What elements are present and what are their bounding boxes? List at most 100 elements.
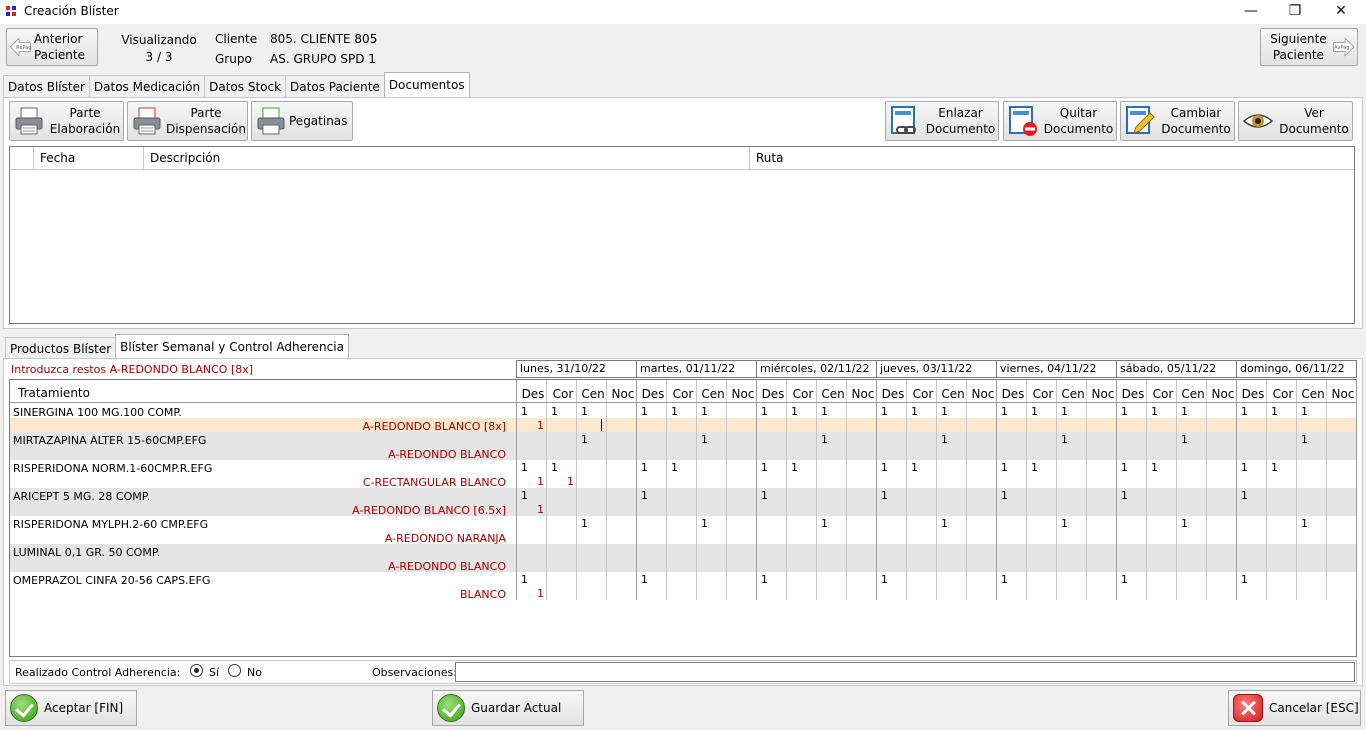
dose-cell[interactable]: 1	[1237, 573, 1267, 587]
dose-cell[interactable]: 1	[577, 517, 607, 531]
dose-cell[interactable]: 1	[757, 573, 787, 587]
parte-dispensacion-button[interactable]: Parte Dispensación	[127, 101, 248, 141]
column-header-fecha[interactable]: Fecha	[40, 151, 75, 165]
dose-cell[interactable]: 1	[697, 405, 727, 419]
dose-cell[interactable]: 1	[1177, 405, 1207, 419]
next-patient-button[interactable]: Siguiente Paciente AvPág	[1260, 28, 1358, 66]
dose-cell[interactable]: 1	[697, 517, 727, 531]
dose-cell[interactable]: 1	[817, 405, 847, 419]
dose-cell[interactable]: 1	[937, 405, 967, 419]
dose-cell[interactable]: 1	[1297, 433, 1327, 447]
accept-button[interactable]: Aceptar [FIN]	[5, 690, 137, 726]
tab-datos-blister[interactable]: Datos Blíster	[3, 75, 90, 97]
tab-productos-blister[interactable]: Productos Blíster	[5, 337, 117, 359]
dose-cell[interactable]: 1	[547, 461, 577, 475]
previous-patient-button[interactable]: RePág Anterior Paciente	[6, 28, 98, 66]
remainder-cell[interactable]: 1	[533, 419, 563, 433]
remainder-cell[interactable]: 1	[533, 475, 563, 489]
dose-cell[interactable]: 1	[547, 405, 577, 419]
dose-cell[interactable]: 1	[997, 573, 1027, 587]
tab-datos-medicacion[interactable]: Datos Medicación	[88, 75, 206, 97]
dose-cell[interactable]: 1	[1177, 517, 1207, 531]
dose-cell[interactable]: 1	[667, 405, 697, 419]
table-row[interactable]: RISPERIDONA MYLPH.2-60 CMP.EFG A-REDONDO …	[10, 516, 1356, 545]
dose-cell[interactable]: 1	[637, 489, 667, 503]
dose-cell[interactable]: 1	[757, 461, 787, 475]
dose-cell[interactable]: 1	[1117, 573, 1147, 587]
remainder-cell[interactable]: 1	[563, 475, 593, 489]
dose-cell[interactable]: 1	[787, 461, 817, 475]
dose-cell[interactable]: 1	[1027, 461, 1057, 475]
save-current-button[interactable]: Guardar Actual	[432, 690, 584, 726]
dose-cell[interactable]: 1	[1297, 517, 1327, 531]
dose-cell[interactable]: 1	[1237, 489, 1267, 503]
dose-cell[interactable]: 1	[937, 517, 967, 531]
quitar-documento-button[interactable]: Quitar Documento	[1003, 101, 1117, 141]
remainder-cell[interactable]: 1	[533, 587, 563, 601]
dose-cell[interactable]: 1	[907, 405, 937, 419]
dose-cell[interactable]: 1	[997, 461, 1027, 475]
tab-datos-stock[interactable]: Datos Stock	[204, 75, 287, 97]
dose-cell[interactable]: 1	[517, 573, 547, 587]
dose-cell[interactable]: 1	[1117, 461, 1147, 475]
ver-documento-button[interactable]: Ver Documento	[1238, 101, 1353, 141]
dose-cell[interactable]: 1	[907, 461, 937, 475]
dose-cell[interactable]: 1	[877, 461, 907, 475]
dose-cell[interactable]: 1	[637, 405, 667, 419]
dose-cell[interactable]: 1	[697, 433, 727, 447]
dose-cell[interactable]: 1	[1147, 461, 1177, 475]
dose-cell[interactable]: 1	[1117, 405, 1147, 419]
dose-cell[interactable]: 1	[997, 489, 1027, 503]
dose-cell[interactable]: 1	[1057, 517, 1087, 531]
dose-cell[interactable]: 1	[757, 405, 787, 419]
adherence-no-radio[interactable]	[228, 664, 241, 677]
parte-elaboracion-button[interactable]: Parte Elaboración	[9, 101, 124, 141]
enlazar-documento-button[interactable]: Enlazar Documento	[885, 101, 999, 141]
dose-cell[interactable]: 1	[1297, 405, 1327, 419]
remainder-cell[interactable]: 1	[533, 503, 563, 517]
dose-cell[interactable]: 1	[1057, 433, 1087, 447]
dose-cell[interactable]: 1	[637, 461, 667, 475]
dose-cell[interactable]: 1	[1237, 405, 1267, 419]
dose-cell[interactable]: 1	[877, 405, 907, 419]
table-row[interactable]: LUMINAL 0,1 GR. 50 COMP. A-REDONDO BLANCO	[10, 544, 1356, 573]
table-row[interactable]: ARICEPT 5 MG. 28 COMP. A-REDONDO BLANCO […	[10, 488, 1356, 517]
documents-table[interactable]: Fecha Descripción Ruta	[9, 146, 1355, 324]
dose-cell[interactable]: 1	[817, 433, 847, 447]
dose-cell[interactable]: 1	[577, 433, 607, 447]
dose-cell[interactable]: 1	[667, 461, 697, 475]
dose-cell[interactable]: 1	[577, 405, 607, 419]
dose-cell[interactable]: 1	[1267, 461, 1297, 475]
table-row[interactable]: OMEPRAZOL CINFA 20-56 CAPS.EFG BLANCO	[10, 572, 1356, 601]
close-button[interactable]: ✕	[1318, 0, 1364, 24]
table-row[interactable]: MIRTAZAPINA ALTER 15-60CMP.EFG A-REDONDO …	[10, 432, 1356, 461]
dose-cell[interactable]: 1	[1117, 489, 1147, 503]
cambiar-documento-button[interactable]: Cambiar Documento	[1120, 101, 1235, 141]
minimize-button[interactable]: —	[1228, 0, 1274, 24]
tab-datos-paciente[interactable]: Datos Paciente	[285, 75, 385, 97]
dose-cell[interactable]: 1	[1147, 405, 1177, 419]
dose-cell[interactable]: 1	[997, 405, 1027, 419]
dose-cell[interactable]: 1	[517, 461, 547, 475]
dose-cell[interactable]: 1	[517, 489, 547, 503]
dose-cell[interactable]: 1	[877, 573, 907, 587]
tab-blister-semanal[interactable]: Blíster Semanal y Control Adherencia	[115, 334, 349, 359]
restore-button[interactable]: ❐	[1272, 0, 1318, 24]
dose-cell[interactable]: 1	[1237, 461, 1267, 475]
observations-input[interactable]	[455, 662, 1355, 682]
dose-cell[interactable]: 1	[1027, 405, 1057, 419]
dose-cell[interactable]: 1	[877, 489, 907, 503]
dose-cell[interactable]: 1	[757, 489, 787, 503]
dose-cell[interactable]: 1	[517, 405, 547, 419]
dose-cell[interactable]: 1	[817, 517, 847, 531]
column-header-descripcion[interactable]: Descripción	[150, 151, 220, 165]
column-header-ruta[interactable]: Ruta	[756, 151, 783, 165]
cancel-button[interactable]: Cancelar [ESC]	[1228, 690, 1361, 726]
dose-cell[interactable]: 1	[937, 433, 967, 447]
dose-cell[interactable]: 1	[637, 573, 667, 587]
dose-cell[interactable]: 1	[1267, 405, 1297, 419]
dose-cell[interactable]: 1	[787, 405, 817, 419]
dose-cell[interactable]: 1	[1177, 433, 1207, 447]
dose-cell[interactable]: 1	[1057, 405, 1087, 419]
tab-documentos[interactable]: Documentos	[383, 72, 470, 97]
